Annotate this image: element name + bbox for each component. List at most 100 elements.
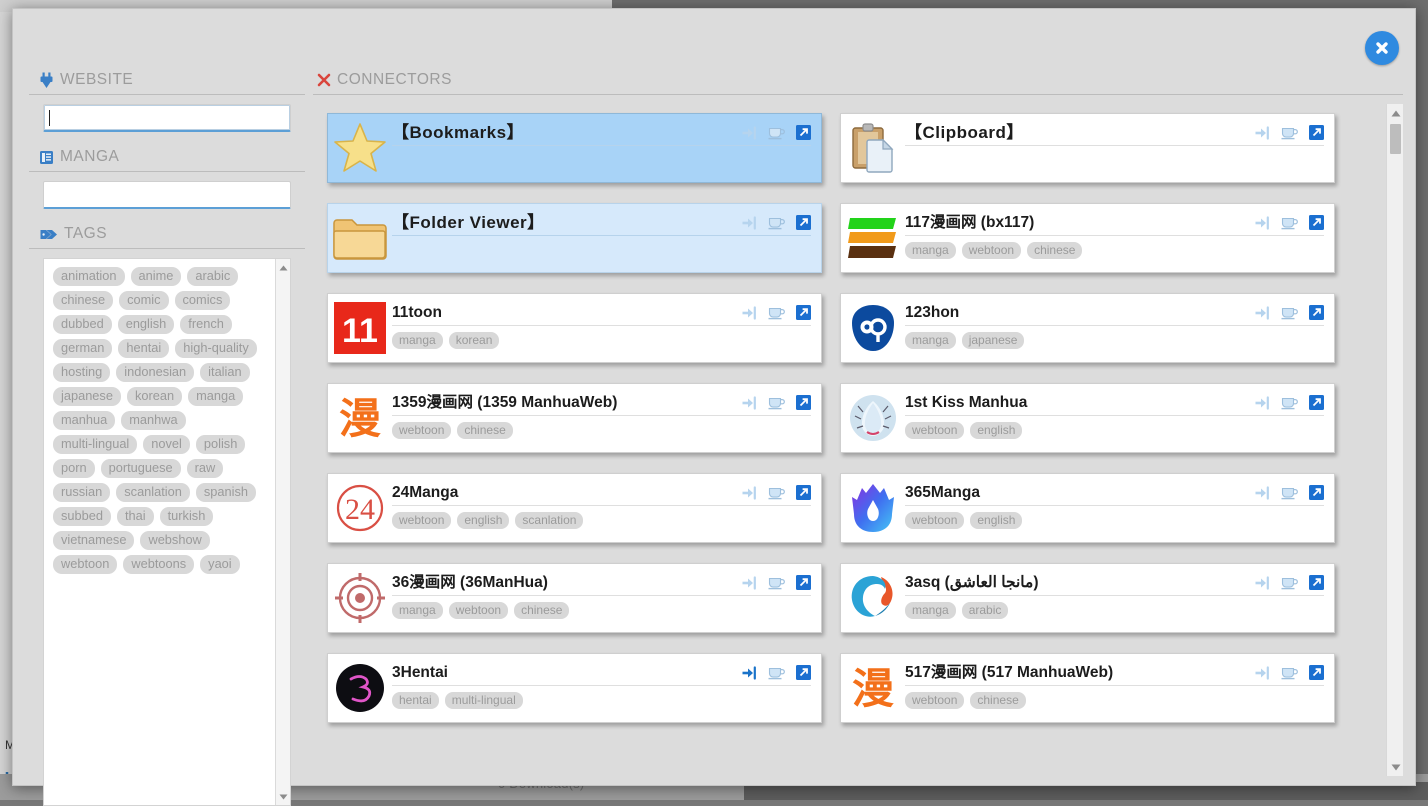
connector-tag[interactable]: korean	[449, 332, 500, 349]
tag-pill[interactable]: manhwa	[121, 411, 185, 430]
connector-card[interactable]: 3asq (مانجا العاشق)mangaarabic	[840, 563, 1335, 633]
coffee-icon[interactable]	[1281, 666, 1298, 680]
login-icon[interactable]	[1255, 306, 1270, 320]
coffee-icon[interactable]	[768, 126, 785, 140]
coffee-icon[interactable]	[1281, 486, 1298, 500]
connector-card[interactable]: 【Clipboard】	[840, 113, 1335, 183]
connector-tag[interactable]: english	[970, 422, 1022, 439]
tag-pill[interactable]: japanese	[53, 387, 121, 406]
tag-pill[interactable]: english	[118, 315, 175, 334]
tag-pill[interactable]: multi-lingual	[53, 435, 137, 454]
connector-card[interactable]: 2424Mangawebtoonenglishscanlation	[327, 473, 822, 543]
connector-card[interactable]: 漫517漫画网 (517 ManhuaWeb)webtoonchinese	[840, 653, 1335, 723]
coffee-icon[interactable]	[1281, 126, 1298, 140]
coffee-icon[interactable]	[1281, 396, 1298, 410]
tag-pill[interactable]: raw	[187, 459, 224, 478]
tag-pill[interactable]: dubbed	[53, 315, 112, 334]
tag-pill[interactable]: korean	[127, 387, 182, 406]
tag-pill[interactable]: subbed	[53, 507, 111, 526]
connector-tag[interactable]: manga	[905, 332, 956, 349]
coffee-icon[interactable]	[1281, 576, 1298, 590]
tag-pill[interactable]: porn	[53, 459, 95, 478]
tag-pill[interactable]: manhua	[53, 411, 115, 430]
connector-tag[interactable]: chinese	[1027, 242, 1082, 259]
coffee-icon[interactable]	[768, 576, 785, 590]
coffee-icon[interactable]	[768, 306, 785, 320]
open-external-icon[interactable]	[1309, 665, 1324, 680]
coffee-icon[interactable]	[768, 666, 785, 680]
login-icon[interactable]	[1255, 396, 1270, 410]
login-icon[interactable]	[1255, 576, 1270, 590]
login-icon[interactable]	[742, 216, 757, 230]
connector-tag[interactable]: english	[970, 512, 1022, 529]
login-icon[interactable]	[742, 126, 757, 140]
connector-tag[interactable]: chinese	[970, 692, 1025, 709]
connector-tag[interactable]: chinese	[514, 602, 569, 619]
tag-pill[interactable]: yaoi	[200, 555, 239, 574]
open-external-icon[interactable]	[1309, 215, 1324, 230]
connector-tag[interactable]: webtoon	[905, 512, 964, 529]
connector-tag[interactable]: manga	[392, 602, 443, 619]
tags-scrollbar[interactable]	[275, 259, 290, 805]
tag-pill[interactable]: hentai	[118, 339, 169, 358]
connector-card[interactable]: 123honmangajapanese	[840, 293, 1335, 363]
tag-pill[interactable]: indonesian	[116, 363, 194, 382]
login-icon[interactable]	[1255, 666, 1270, 680]
open-external-icon[interactable]	[796, 665, 811, 680]
connector-card[interactable]: 117漫画网 (bx117)mangawebtoonchinese	[840, 203, 1335, 273]
tag-pill[interactable]: portuguese	[101, 459, 181, 478]
connector-card[interactable]: 3Hentaihentaimulti-lingual	[327, 653, 822, 723]
open-external-icon[interactable]	[1309, 305, 1324, 320]
close-icon[interactable]	[1365, 31, 1399, 65]
open-external-icon[interactable]	[1309, 485, 1324, 500]
scrollbar-thumb[interactable]	[1390, 124, 1401, 154]
login-icon[interactable]	[1255, 486, 1270, 500]
connector-card[interactable]: 【Bookmarks】	[327, 113, 822, 183]
connector-card[interactable]: 漫1359漫画网 (1359 ManhuaWeb)webtoonchinese	[327, 383, 822, 453]
connector-tag[interactable]: manga	[905, 602, 956, 619]
coffee-icon[interactable]	[1281, 216, 1298, 230]
tag-pill[interactable]: french	[180, 315, 232, 334]
open-external-icon[interactable]	[796, 575, 811, 590]
connector-tag[interactable]: webtoon	[905, 422, 964, 439]
login-icon[interactable]	[742, 306, 757, 320]
tag-pill[interactable]: webtoons	[123, 555, 194, 574]
tag-pill[interactable]: manga	[188, 387, 243, 406]
connector-tag[interactable]: hentai	[392, 692, 439, 709]
connector-tag[interactable]: english	[457, 512, 509, 529]
tag-pill[interactable]: animation	[53, 267, 125, 286]
scroll-up-arrow-icon[interactable]	[276, 260, 291, 275]
tag-pill[interactable]: comic	[119, 291, 168, 310]
open-external-icon[interactable]	[1309, 125, 1324, 140]
login-icon[interactable]	[742, 666, 757, 680]
coffee-icon[interactable]	[1281, 306, 1298, 320]
open-external-icon[interactable]	[796, 125, 811, 140]
connector-card[interactable]: 1111toonmangakorean	[327, 293, 822, 363]
scroll-down-arrow-icon[interactable]	[276, 789, 291, 804]
connectors-scrollbar[interactable]	[1386, 104, 1403, 776]
login-icon[interactable]	[742, 396, 757, 410]
coffee-icon[interactable]	[768, 216, 785, 230]
tag-pill[interactable]: russian	[53, 483, 110, 502]
connector-tag[interactable]: webtoon	[905, 692, 964, 709]
login-icon[interactable]	[1255, 216, 1270, 230]
connector-tag[interactable]: arabic	[962, 602, 1009, 619]
connector-card[interactable]: 365Mangawebtoonenglish	[840, 473, 1335, 543]
tag-pill[interactable]: webtoon	[53, 555, 117, 574]
coffee-icon[interactable]	[768, 396, 785, 410]
connector-tag[interactable]: webtoon	[962, 242, 1021, 259]
connector-tag[interactable]: multi-lingual	[445, 692, 523, 709]
tag-pill[interactable]: german	[53, 339, 112, 358]
connector-tag[interactable]: webtoon	[392, 512, 451, 529]
open-external-icon[interactable]	[796, 485, 811, 500]
tag-pill[interactable]: novel	[143, 435, 190, 454]
tag-pill[interactable]: turkish	[160, 507, 214, 526]
tag-pill[interactable]: italian	[200, 363, 249, 382]
tag-pill[interactable]: hosting	[53, 363, 110, 382]
manga-input-wrapper[interactable]	[43, 181, 291, 209]
connector-card[interactable]: 1st Kiss Manhuawebtoonenglish	[840, 383, 1335, 453]
open-external-icon[interactable]	[796, 215, 811, 230]
manga-search-input[interactable]	[49, 186, 285, 203]
connector-tag[interactable]: webtoon	[392, 422, 451, 439]
connector-tag[interactable]: japanese	[962, 332, 1025, 349]
